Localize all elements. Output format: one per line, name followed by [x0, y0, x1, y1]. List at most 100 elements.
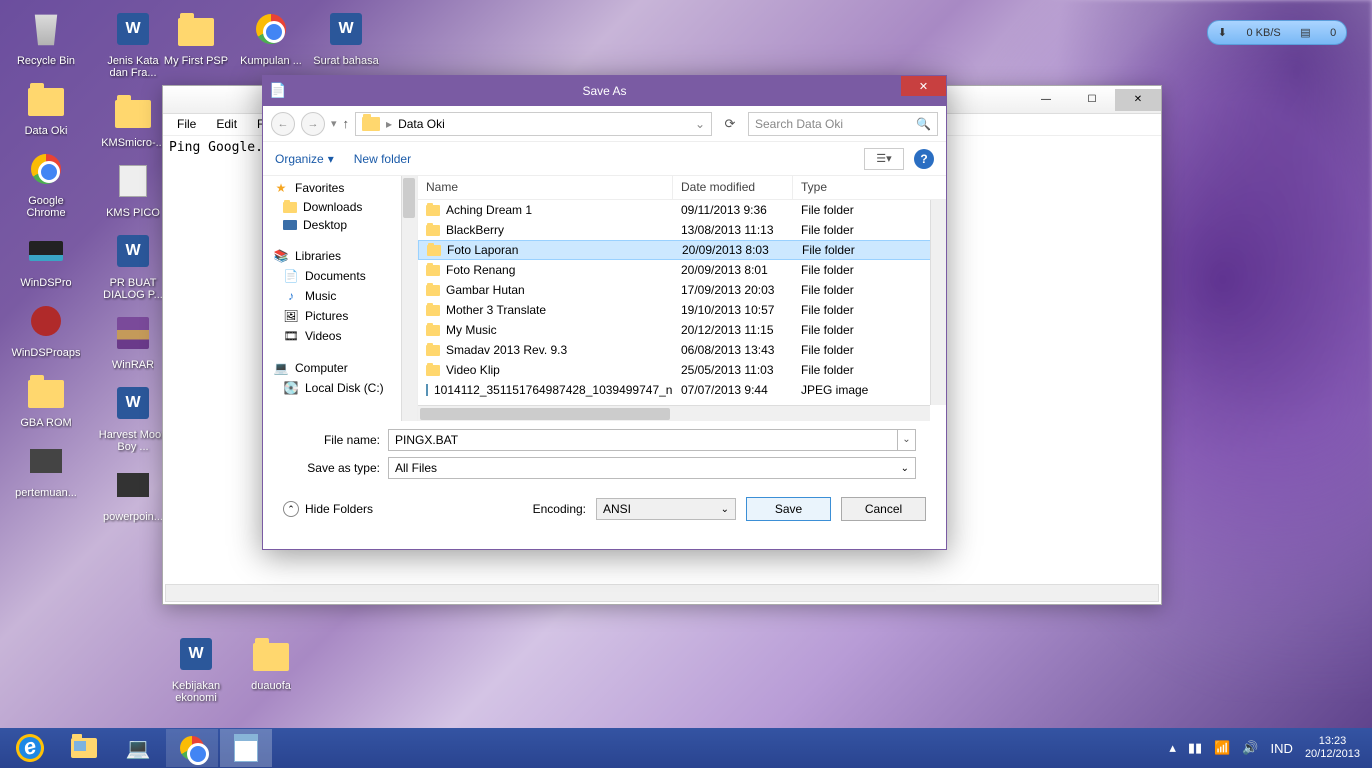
file-type: File folder	[794, 243, 945, 257]
saveas-titlebar[interactable]: 📄 Save As ✕	[263, 76, 946, 106]
maximize-button[interactable]: ☐	[1069, 89, 1115, 111]
file-date: 17/09/2013 20:03	[673, 283, 793, 297]
desktop-icon-kmspico[interactable]: KMS PICO	[97, 157, 169, 219]
list-header: Name Date modified Type	[418, 176, 946, 200]
desktop-icon-powerpoin[interactable]: powerpoin...	[97, 461, 169, 523]
tree-localdisk[interactable]: 💽Local Disk (C:)	[263, 378, 417, 398]
encoding-select[interactable]: ANSI⌄	[596, 498, 736, 520]
desktop-icon-suratbahasa[interactable]: WSurat bahasa	[310, 5, 382, 67]
column-name[interactable]: Name	[418, 176, 673, 199]
netspeed-widget[interactable]: ⬇ 0 KB/S ▤ 0	[1207, 20, 1347, 45]
desktop-icon-prbuat[interactable]: WPR BUAT DIALOG P...	[97, 227, 169, 301]
folder-icon	[426, 345, 440, 356]
desktop-icon-dataoki[interactable]: Data Oki	[10, 75, 82, 137]
file-name: Mother 3 Translate	[446, 303, 546, 317]
tray-battery-icon[interactable]: ▮▮	[1188, 740, 1202, 756]
refresh-button[interactable]: ⟳	[718, 112, 742, 136]
forward-button[interactable]: →	[301, 112, 325, 136]
videos-icon: 🎞	[283, 328, 299, 344]
close-button[interactable]: ✕	[1115, 89, 1161, 111]
tree-desktop[interactable]: Desktop	[263, 216, 417, 234]
menu-file[interactable]: File	[169, 116, 204, 133]
tray-language[interactable]: IND	[1271, 741, 1293, 756]
file-row[interactable]: Gambar Hutan 17/09/2013 20:03 File folde…	[418, 280, 946, 300]
taskbar-clock[interactable]: 13:23 20/12/2013	[1305, 735, 1360, 761]
new-folder-button[interactable]: New folder	[354, 152, 411, 166]
taskbar-ie[interactable]	[4, 729, 56, 767]
tray-up-icon[interactable]: ▴	[1169, 740, 1176, 756]
taskbar-explorer[interactable]	[58, 729, 110, 767]
tree-downloads[interactable]: Downloads	[263, 198, 417, 216]
taskbar-chrome[interactable]	[166, 729, 218, 767]
file-row[interactable]: Mother 3 Translate 19/10/2013 10:57 File…	[418, 300, 946, 320]
taskbar-notepad[interactable]	[220, 729, 272, 767]
desktop-icon-duaufa[interactable]: duauofa	[235, 630, 307, 692]
back-button[interactable]: ←	[271, 112, 295, 136]
file-type: File folder	[793, 203, 946, 217]
desktop-icon-harvest[interactable]: WHarvest Moon Boy ...	[97, 379, 169, 453]
recent-dropdown-icon[interactable]: ▾	[331, 117, 337, 130]
notepad-hscroll[interactable]	[165, 584, 1159, 602]
file-row[interactable]: BlackBerry 13/08/2013 11:13 File folder	[418, 220, 946, 240]
tree-pictures[interactable]: 🖼Pictures	[263, 306, 417, 326]
address-bar[interactable]: ▸ Data Oki ⌄	[355, 112, 712, 136]
file-row[interactable]: Aching Dream 1 09/11/2013 9:36 File fold…	[418, 200, 946, 220]
desktop-icon-kumpulan[interactable]: Kumpulan ...	[235, 5, 307, 67]
desktop-icon-windsproaps[interactable]: WinDSProaps	[10, 297, 82, 359]
tray-wifi-icon[interactable]: 📶	[1214, 740, 1230, 756]
file-date: 25/05/2013 11:03	[673, 363, 793, 377]
file-name: 1014112_351151764987428_1039499747_n	[434, 383, 672, 397]
folder-icon	[427, 245, 441, 256]
filename-dropdown-icon[interactable]: ⌄	[898, 429, 916, 451]
save-button[interactable]: Save	[746, 497, 831, 521]
tree-favorites[interactable]: ★Favorites	[263, 176, 417, 198]
file-row[interactable]: Video Klip 25/05/2013 11:03 File folder	[418, 360, 946, 380]
desktop-icon-windspro[interactable]: WinDSPro	[10, 227, 82, 289]
chevron-down-icon[interactable]: ⌄	[695, 117, 705, 131]
savetype-select[interactable]: All Files⌄	[388, 457, 916, 479]
cancel-button[interactable]: Cancel	[841, 497, 926, 521]
view-button[interactable]: ☰▾	[864, 148, 904, 170]
file-row[interactable]: Smadav 2013 Rev. 9.3 06/08/2013 13:43 Fi…	[418, 340, 946, 360]
taskbar-laptop[interactable]: 💻	[112, 729, 164, 767]
filename-input[interactable]	[388, 429, 898, 451]
tree-videos[interactable]: 🎞Videos	[263, 326, 417, 346]
search-input[interactable]: Search Data Oki 🔍	[748, 112, 938, 136]
list-vscroll[interactable]	[930, 200, 946, 405]
menu-edit[interactable]: Edit	[208, 116, 245, 133]
desktop-icon-pertemuan[interactable]: pertemuan...	[10, 437, 82, 499]
minimize-button[interactable]: —	[1023, 89, 1069, 111]
desktop-icon-kebijakan[interactable]: WKebijakan ekonomi	[160, 630, 232, 704]
file-row[interactable]: Foto Laporan 20/09/2013 8:03 File folder	[418, 240, 946, 260]
tray-volume-icon[interactable]: 🔊	[1242, 740, 1258, 756]
help-button[interactable]: ?	[914, 149, 934, 169]
desktop-icon-gbarom[interactable]: GBA ROM	[10, 367, 82, 429]
file-row[interactable]: My Music 20/12/2013 11:15 File folder	[418, 320, 946, 340]
list-hscroll[interactable]	[418, 405, 930, 421]
pictures-icon: 🖼	[283, 308, 299, 324]
desktop-icon-jeniskata[interactable]: WJenis Kata dan Fra...	[97, 5, 169, 79]
breadcrumb-current[interactable]: Data Oki	[398, 117, 445, 131]
file-type: File folder	[793, 343, 946, 357]
desktop-icon-gchrome[interactable]: Google Chrome	[10, 145, 82, 219]
desktop-icon-winrar[interactable]: WinRAR	[97, 309, 169, 371]
file-type: JPEG image	[793, 383, 946, 397]
desktop-icon-recycle[interactable]: Recycle Bin	[10, 5, 82, 67]
file-row[interactable]: 1014112_351151764987428_1039499747_n 07/…	[418, 380, 946, 400]
tree-libraries[interactable]: 📚Libraries	[263, 244, 417, 266]
up-button[interactable]: ↑	[343, 116, 350, 131]
hide-folders-button[interactable]: ⌃ Hide Folders	[283, 501, 373, 517]
tree-documents[interactable]: 📄Documents	[263, 266, 417, 286]
column-type[interactable]: Type	[793, 176, 946, 199]
close-button[interactable]: ✕	[901, 76, 946, 96]
organize-button[interactable]: Organize ▾	[275, 152, 334, 166]
chevron-down-icon: ⌄	[721, 504, 729, 515]
tree-scrollbar[interactable]	[401, 176, 417, 421]
desktop-icon-kmsmicro[interactable]: KMSmicro-...	[97, 87, 169, 149]
tree-music[interactable]: ♪Music	[263, 286, 417, 306]
tree-computer[interactable]: 💻Computer	[263, 356, 417, 378]
column-date[interactable]: Date modified	[673, 176, 793, 199]
desktop-icon-myfirstpsp[interactable]: My First PSP	[160, 5, 232, 67]
folder-icon	[362, 117, 380, 131]
file-row[interactable]: Foto Renang 20/09/2013 8:01 File folder	[418, 260, 946, 280]
